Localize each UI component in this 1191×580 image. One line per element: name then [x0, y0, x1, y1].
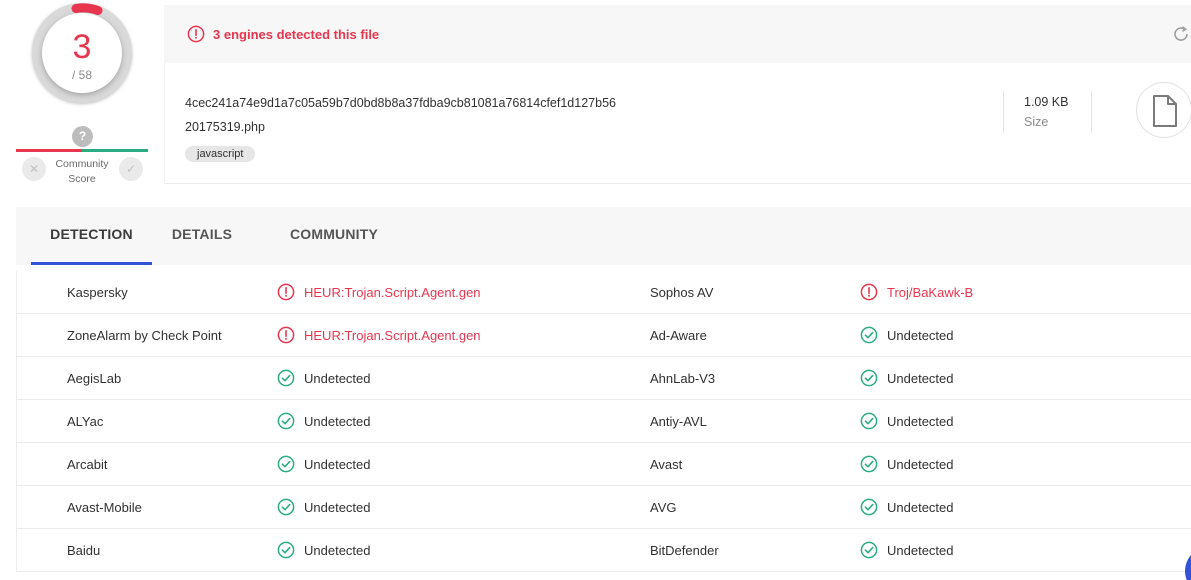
detection-result: Undetected	[860, 498, 954, 516]
file-type-badge	[1136, 82, 1191, 138]
check-circle-icon	[277, 455, 295, 473]
file-hash[interactable]: 4cec241a74e9d1a7c05a59b7d0bd8b8a37fdba9c…	[185, 96, 616, 110]
divider	[1091, 91, 1092, 133]
result-label: HEUR:Trojan.Script.Agent.gen	[304, 284, 481, 300]
engine-name: AegisLab	[67, 371, 122, 386]
community-positive-bar	[82, 149, 148, 152]
file-type-tag[interactable]: javascript	[185, 146, 256, 162]
table-row: AegisLab Undetected AhnLab-V3 Undetected	[17, 357, 1191, 400]
tab-detection[interactable]: DETECTION	[31, 207, 152, 265]
engine-name: Sophos AV	[650, 285, 714, 300]
detection-result: Undetected	[860, 455, 954, 473]
engine-name: Arcabit	[67, 457, 108, 472]
detection-result: Undetected	[860, 369, 954, 387]
detection-result: Undetected	[860, 541, 954, 559]
detections-table: Kaspersky HEUR:Trojan.Script.Agent.gen Sop…	[16, 271, 1191, 572]
community-negative-bar	[16, 149, 82, 152]
engine-total: / 58	[71, 68, 92, 82]
result-label: Undetected	[887, 456, 954, 472]
engine-name: Ad-Aware	[650, 328, 707, 343]
community-score-bar	[16, 149, 148, 152]
check-circle-icon	[277, 541, 295, 559]
result-label: Undetected	[887, 327, 954, 343]
result-label: Undetected	[304, 413, 371, 429]
table-row: Baidu Undetected BitDefender Undetected	[17, 529, 1191, 572]
file-icon	[1153, 95, 1177, 127]
detection-result: Undetected	[277, 412, 371, 430]
alert-circle-icon	[860, 283, 878, 301]
detection-banner: 3 engines detected this file	[164, 5, 1191, 63]
result-label: Undetected	[304, 542, 371, 558]
engine-name: Kaspersky	[67, 285, 128, 300]
engine-name: Avast	[650, 457, 683, 472]
table-row: Avast-Mobile Undetected AVG Undetected	[17, 486, 1191, 529]
community-unknown-badge: ?	[72, 126, 93, 147]
file-size-value: 1.09 KB	[1024, 95, 1069, 109]
detection-result: Undetected	[277, 541, 371, 559]
detection-message: 3 engines detected this file	[213, 27, 380, 42]
result-label: Undetected	[304, 499, 371, 515]
detection-result: HEUR:Trojan.Script.Agent.gen	[277, 326, 481, 344]
engine-name: ALYac	[67, 414, 104, 429]
vote-up-button[interactable]: ✓	[119, 157, 143, 181]
detected-count: 3	[72, 28, 92, 66]
alert-circle-icon	[187, 25, 205, 43]
table-row: ZoneAlarm by Check Point HEUR:Trojan.Scri…	[17, 314, 1191, 357]
report-tabs: DETECTION DETAILS COMMUNITY	[16, 207, 1191, 265]
check-icon: ✓	[125, 162, 137, 176]
engine-name: Antiy-AVL	[650, 414, 707, 429]
community-score-label: Community Score	[55, 158, 109, 185]
tab-community[interactable]: COMMUNITY	[279, 207, 389, 265]
detection-score-ring: 3 / 58	[32, 3, 132, 103]
table-row: Arcabit Undetected Avast Undetected	[17, 443, 1191, 486]
table-row: ALYac Undetected Antiy-AVL Undetected	[17, 400, 1191, 443]
refresh-icon[interactable]	[1171, 24, 1191, 44]
detection-result: Undetected	[277, 498, 371, 516]
check-circle-icon	[860, 498, 878, 516]
detection-result: Undetected	[860, 412, 954, 430]
check-circle-icon	[860, 369, 878, 387]
engine-name: ZoneAlarm by Check Point	[67, 328, 222, 343]
result-label: Undetected	[887, 542, 954, 558]
engine-name: AhnLab-V3	[650, 371, 716, 386]
score-center: 3 / 58	[42, 13, 122, 93]
engine-name: Baidu	[67, 543, 101, 558]
result-label: Undetected	[887, 499, 954, 515]
check-circle-icon	[860, 412, 878, 430]
engine-name: BitDefender	[650, 543, 719, 558]
close-icon: ✕	[28, 162, 40, 176]
result-label: Undetected	[304, 370, 371, 386]
file-size-label: Size	[1024, 115, 1049, 129]
file-name: 20175319.php	[185, 120, 265, 134]
vote-down-button[interactable]: ✕	[22, 157, 46, 181]
engine-name: AVG	[650, 500, 677, 515]
detection-result: Undetected	[277, 369, 371, 387]
check-circle-icon	[277, 412, 295, 430]
result-label: Undetected	[887, 413, 954, 429]
engine-name: Avast-Mobile	[67, 500, 142, 515]
check-circle-icon	[860, 455, 878, 473]
detection-result: Undetected	[277, 455, 371, 473]
tab-details[interactable]: DETAILS	[162, 207, 242, 265]
detection-result: Troj/BaKawk-B	[860, 283, 973, 301]
alert-circle-icon	[277, 326, 295, 344]
divider	[1003, 91, 1004, 133]
table-row: Kaspersky HEUR:Trojan.Script.Agent.gen Sop…	[17, 271, 1191, 314]
result-label: Undetected	[887, 370, 954, 386]
check-circle-icon	[277, 369, 295, 387]
check-circle-icon	[860, 326, 878, 344]
detection-result: HEUR:Trojan.Script.Agent.gen	[277, 283, 481, 301]
check-circle-icon	[277, 498, 295, 516]
result-label: Troj/BaKawk-B	[887, 284, 974, 300]
active-tab-indicator	[31, 262, 152, 265]
detection-result: Undetected	[860, 326, 954, 344]
check-circle-icon	[860, 541, 878, 559]
result-label: Undetected	[304, 456, 371, 472]
alert-circle-icon	[277, 283, 295, 301]
result-label: HEUR:Trojan.Script.Agent.gen	[304, 327, 481, 343]
file-info-card: 4cec241a74e9d1a7c05a59b7d0bd8b8a37fdba9c…	[164, 63, 1191, 184]
